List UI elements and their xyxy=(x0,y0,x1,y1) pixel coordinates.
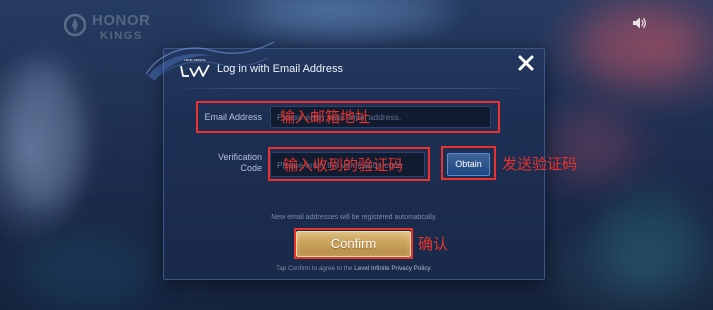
close-cross xyxy=(518,55,534,71)
privacy-prefix: Tap Confirm to agree to the xyxy=(276,265,355,272)
annotation-email-hint: 输入邮箱地址 xyxy=(280,108,371,126)
brand-mark-w xyxy=(189,64,210,77)
game-logo-line2: KINGS xyxy=(100,30,143,42)
annotation-obtain-hint: 发送验证码 xyxy=(502,155,578,173)
emblem-blade xyxy=(72,18,78,32)
background-blob xyxy=(600,190,700,280)
speaker-body xyxy=(633,17,640,29)
annotation-confirm-hint: 确认 xyxy=(418,235,449,253)
game-login-screen: HONOR KINGS LEVEL INFINITE Log in with E… xyxy=(0,0,713,310)
dialog-title: Log in with Email Address xyxy=(217,63,343,75)
annotation-code-hint: 输入收到的验证码 xyxy=(283,156,404,174)
brand-mark-l xyxy=(180,65,189,77)
annotation-box-obtain xyxy=(441,146,496,180)
speaker-icon[interactable] xyxy=(631,15,647,31)
speaker-glyph xyxy=(633,17,646,29)
brand-logo-text: LEVEL INFINITE xyxy=(184,58,205,62)
game-logo-line1: HONOR xyxy=(92,12,151,29)
privacy-notice: Tap Confirm to agree to the Level Infini… xyxy=(163,264,545,274)
game-emblem-icon xyxy=(63,13,87,37)
close-glyph xyxy=(518,55,534,71)
title-divider xyxy=(173,88,535,89)
speaker-wave xyxy=(643,17,646,29)
background-blob xyxy=(250,0,450,30)
speaker-wave xyxy=(641,19,644,27)
auto-register-note: New email addresses will be registered a… xyxy=(271,214,437,221)
background-blob xyxy=(5,60,85,210)
verification-code-label: Verification Code xyxy=(217,152,262,173)
privacy-policy-link[interactable]: Level Infinite Privacy Policy xyxy=(354,265,430,272)
background-blob xyxy=(20,230,150,310)
annotation-box-confirm xyxy=(294,228,413,259)
close-icon[interactable] xyxy=(517,54,535,72)
level-infinite-logo: LEVEL INFINITE xyxy=(180,58,210,77)
privacy-suffix: . xyxy=(430,265,432,272)
